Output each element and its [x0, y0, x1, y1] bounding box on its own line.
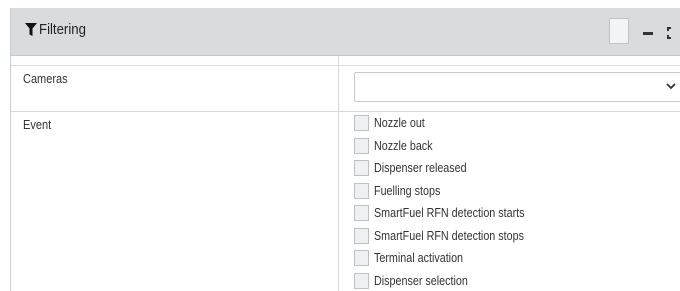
- checkbox[interactable]: [354, 137, 369, 154]
- checkbox[interactable]: [354, 205, 369, 221]
- panel-header: Filtering: [11, 8, 680, 56]
- minimize-icon[interactable]: [643, 32, 653, 35]
- filter-row-cameras: Cameras: [11, 66, 680, 112]
- filter-row-event: Event Nozzle out Nozzle back Dispenser r…: [11, 112, 680, 291]
- checkbox[interactable]: [354, 160, 369, 176]
- filtering-panel: Filtering Cameras Event Nozzle out Nozzl…: [10, 8, 680, 291]
- checkbox[interactable]: [354, 250, 369, 266]
- checkbox[interactable]: [354, 115, 369, 131]
- event-option-label: SmartFuel RFN detection starts: [374, 206, 525, 220]
- event-option-label: Terminal activation: [374, 251, 464, 265]
- event-label: Event: [23, 118, 52, 132]
- event-option-label: Nozzle back: [374, 138, 433, 153]
- checkbox[interactable]: [354, 227, 369, 244]
- event-option-label: Dispenser released: [374, 161, 467, 175]
- event-option-nozzle-out[interactable]: Nozzle out: [354, 114, 680, 136]
- checkbox[interactable]: [354, 272, 369, 289]
- cameras-label: Cameras: [23, 72, 68, 86]
- panel-title: Filtering: [39, 21, 86, 38]
- event-option-rfn-detection-starts[interactable]: SmartFuel RFN detection starts: [354, 204, 680, 226]
- event-option-fuelling-stops[interactable]: Fuelling stops: [354, 182, 680, 204]
- event-option-terminal-activation[interactable]: Terminal activation: [354, 249, 680, 271]
- column-divider: [338, 56, 339, 66]
- event-option-label: Fuelling stops: [374, 183, 441, 198]
- event-option-rfn-detection-stops[interactable]: SmartFuel RFN detection stops: [354, 227, 680, 249]
- event-option-dispenser-released[interactable]: Dispenser released: [354, 159, 680, 181]
- maximize-icon[interactable]: [667, 27, 675, 39]
- restore-window-button[interactable]: [609, 18, 629, 44]
- column-divider: [338, 66, 339, 111]
- event-option-label: SmartFuel RFN detection stops: [374, 228, 524, 243]
- chevron-down-icon: [666, 83, 676, 90]
- event-option-dispenser-selection[interactable]: Dispenser selection: [354, 272, 680, 291]
- column-divider: [338, 112, 339, 291]
- cameras-select[interactable]: [354, 72, 680, 102]
- event-option-label: Dispenser selection: [374, 273, 468, 288]
- checkbox[interactable]: [354, 182, 369, 199]
- event-option-nozzle-back[interactable]: Nozzle back: [354, 137, 680, 159]
- filter-funnel-icon: [25, 23, 37, 36]
- event-option-label: Nozzle out: [374, 116, 425, 130]
- column-header-band: [11, 56, 680, 66]
